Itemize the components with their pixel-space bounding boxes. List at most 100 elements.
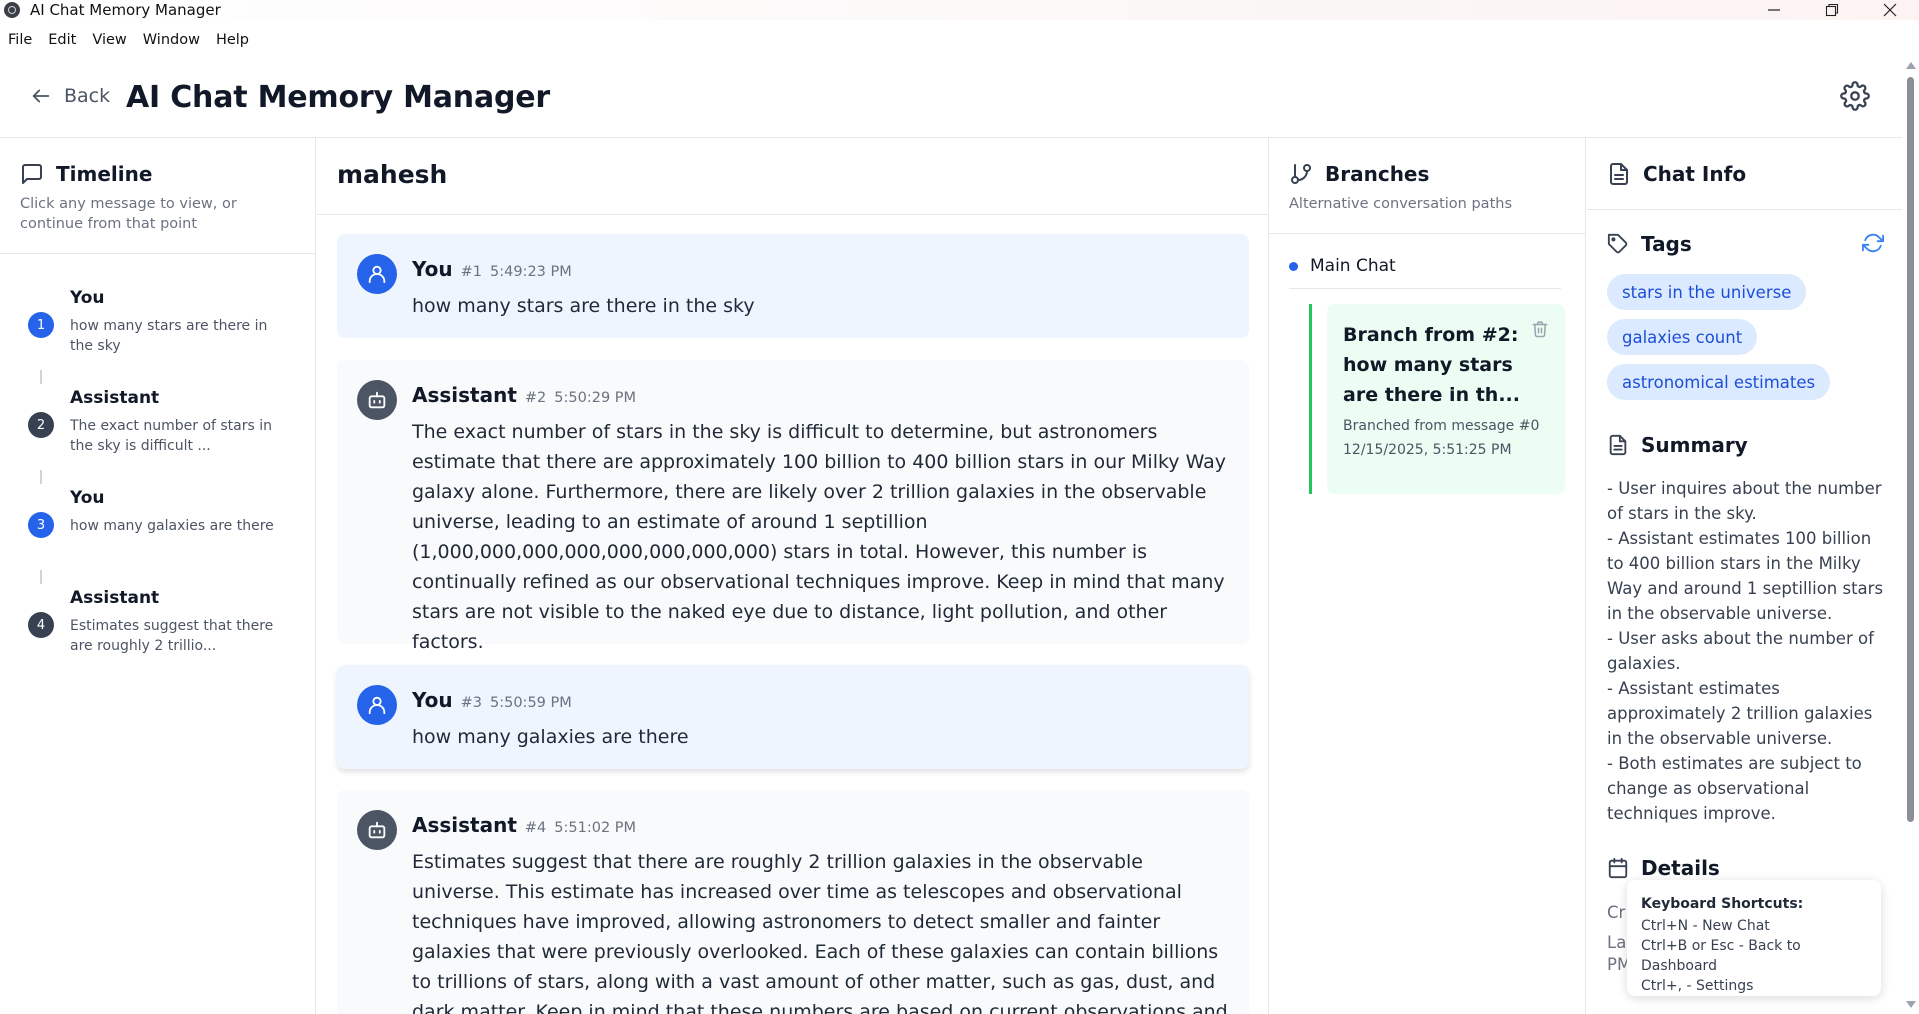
back-button[interactable]: Back <box>30 85 110 107</box>
divider <box>1289 288 1561 289</box>
timeline-snippet: how many galaxies are there <box>70 518 274 534</box>
page-scrollbar[interactable] <box>1902 52 1919 1014</box>
scroll-down-arrow[interactable] <box>1906 1001 1916 1008</box>
message-time: 5:49:23 PM <box>490 264 572 280</box>
user-icon <box>368 265 386 284</box>
tags-title: Tags <box>1641 232 1692 256</box>
branch-card[interactable]: Branch from #2: how many stars are there… <box>1327 304 1565 494</box>
menu-window[interactable]: Window <box>135 32 208 48</box>
shortcut-settings: Ctrl+, - Settings <box>1641 978 1754 994</box>
tag-chip[interactable]: stars in the universe <box>1607 274 1807 310</box>
main-chat-item[interactable]: Main Chat <box>1289 256 1396 276</box>
message-text: Estimates suggest that there are roughly… <box>412 851 1228 1014</box>
restore-button[interactable] <box>1803 0 1861 20</box>
summary-heading: Summary <box>1607 433 1748 457</box>
branch-title: Branch from #2: how many stars are there… <box>1343 324 1520 406</box>
summary-title: Summary <box>1641 433 1748 457</box>
timeline-role: Assistant <box>70 588 160 608</box>
file-text-icon <box>1609 434 1627 456</box>
chat-info-header: Chat Info <box>1587 138 1902 210</box>
window-title: AI Chat Memory Manager <box>30 1 221 19</box>
tag-chip[interactable]: galaxies count <box>1607 319 1758 355</box>
message-role: You <box>412 688 453 712</box>
message-time: 5:50:59 PM <box>490 695 572 711</box>
chat-header: mahesh <box>317 138 1268 215</box>
branch-source: Branched from message #0 <box>1343 418 1540 434</box>
message-2[interactable]: Assistant #2 5:50:29 PM The exact number… <box>337 360 1249 653</box>
keyboard-shortcuts-tooltip: Keyboard Shortcuts: Ctrl+N - New Chat Ct… <box>1627 880 1881 996</box>
message-role: You <box>412 257 453 281</box>
message-text: how many galaxies are there <box>412 726 689 748</box>
menu-edit[interactable]: Edit <box>40 32 84 48</box>
file-text-icon <box>1610 163 1628 185</box>
main-chat-label: Main Chat <box>1310 256 1396 276</box>
menu-view[interactable]: View <box>84 32 134 48</box>
settings-button[interactable] <box>1840 81 1870 111</box>
user-avatar <box>357 685 397 725</box>
timeline-header: Timeline Click any message to view, or c… <box>0 138 315 254</box>
chat-info-title: Chat Info <box>1643 162 1747 186</box>
timeline-subtitle: Click any message to view, or continue f… <box>20 196 237 232</box>
calendar-icon <box>1608 857 1628 879</box>
timeline-item-2[interactable]: 2 Assistant The exact number of stars in… <box>28 388 315 488</box>
message-3[interactable]: You #3 5:50:59 PM how many galaxies are … <box>337 665 1249 769</box>
timeline-item-3[interactable]: 3 You how many galaxies are there <box>28 488 315 588</box>
scroll-up-arrow[interactable] <box>1906 62 1916 69</box>
close-icon <box>1883 3 1897 17</box>
timeline-connector <box>40 570 42 584</box>
main-chat-dot <box>1289 261 1298 271</box>
tag-icon <box>1607 233 1628 254</box>
message-time: 5:51:02 PM <box>554 820 637 836</box>
timeline-snippet: Estimates suggest that there are roughly… <box>70 618 274 654</box>
message-role: Assistant <box>412 383 517 407</box>
close-window-button[interactable] <box>1861 0 1919 20</box>
timeline-role: You <box>70 288 105 308</box>
message-number: #4 <box>524 820 547 836</box>
timeline-title: Timeline <box>56 162 153 186</box>
user-icon <box>368 696 386 715</box>
delete-branch-button[interactable] <box>1531 320 1549 338</box>
menu-help[interactable]: Help <box>208 32 257 48</box>
refresh-tags-button[interactable] <box>1862 232 1884 254</box>
window-controls <box>1745 0 1919 20</box>
message-number: #1 <box>460 264 482 280</box>
message-role: Assistant <box>412 813 517 837</box>
timeline-list: 1 You how many stars are there in the sk… <box>0 254 315 688</box>
branches-title: Branches <box>1325 162 1430 186</box>
message-text: how many stars are there in the sky <box>412 295 755 317</box>
timeline-item-1[interactable]: 1 You how many stars are there in the sk… <box>28 288 315 388</box>
minimize-icon <box>1768 9 1780 11</box>
gear-icon <box>1840 81 1870 111</box>
arrow-left-icon <box>32 89 50 103</box>
chat-name: mahesh <box>337 160 448 189</box>
user-avatar <box>357 254 397 294</box>
timeline-item-4[interactable]: 4 Assistant Estimates suggest that there… <box>28 588 315 688</box>
refresh-icon <box>1862 233 1884 253</box>
timeline-number: 4 <box>28 612 54 638</box>
assistant-avatar <box>357 380 397 420</box>
page-title: AI Chat Memory Manager <box>126 80 551 115</box>
branches-subtitle: Alternative conversation paths <box>1289 196 1513 212</box>
message-4[interactable]: Assistant #4 5:51:02 PM Estimates sugges… <box>337 790 1249 1014</box>
branch-rail <box>1309 304 1312 494</box>
message-number: #3 <box>460 695 482 711</box>
assistant-avatar <box>357 810 397 850</box>
details-title: Details <box>1641 856 1720 880</box>
minimize-button[interactable] <box>1745 0 1803 20</box>
chat-panel: mahesh You #1 5:49:23 PM how many stars … <box>317 138 1268 1014</box>
tooltip-title: Keyboard Shortcuts: <box>1641 896 1804 912</box>
timeline-snippet: The exact number of stars in the sky is … <box>70 418 273 454</box>
menu-file[interactable]: File <box>0 32 40 48</box>
shortcut-back: Ctrl+B or Esc - Back to Dashboard <box>1641 938 1801 974</box>
page-header: Back AI Chat Memory Manager <box>0 52 1902 138</box>
trash-icon <box>1532 321 1548 338</box>
menu-bar: File Edit View Window Help <box>0 28 257 52</box>
title-bar: AI Chat Memory Manager <box>0 0 1919 20</box>
bot-icon <box>368 821 386 839</box>
message-1[interactable]: You #1 5:49:23 PM how many stars are the… <box>337 234 1249 338</box>
timeline-number: 2 <box>28 412 54 438</box>
timeline-connector <box>40 470 42 484</box>
details-heading: Details <box>1607 856 1720 880</box>
tag-chip[interactable]: astronomical estimates <box>1607 364 1831 400</box>
scroll-thumb[interactable] <box>1907 77 1914 822</box>
